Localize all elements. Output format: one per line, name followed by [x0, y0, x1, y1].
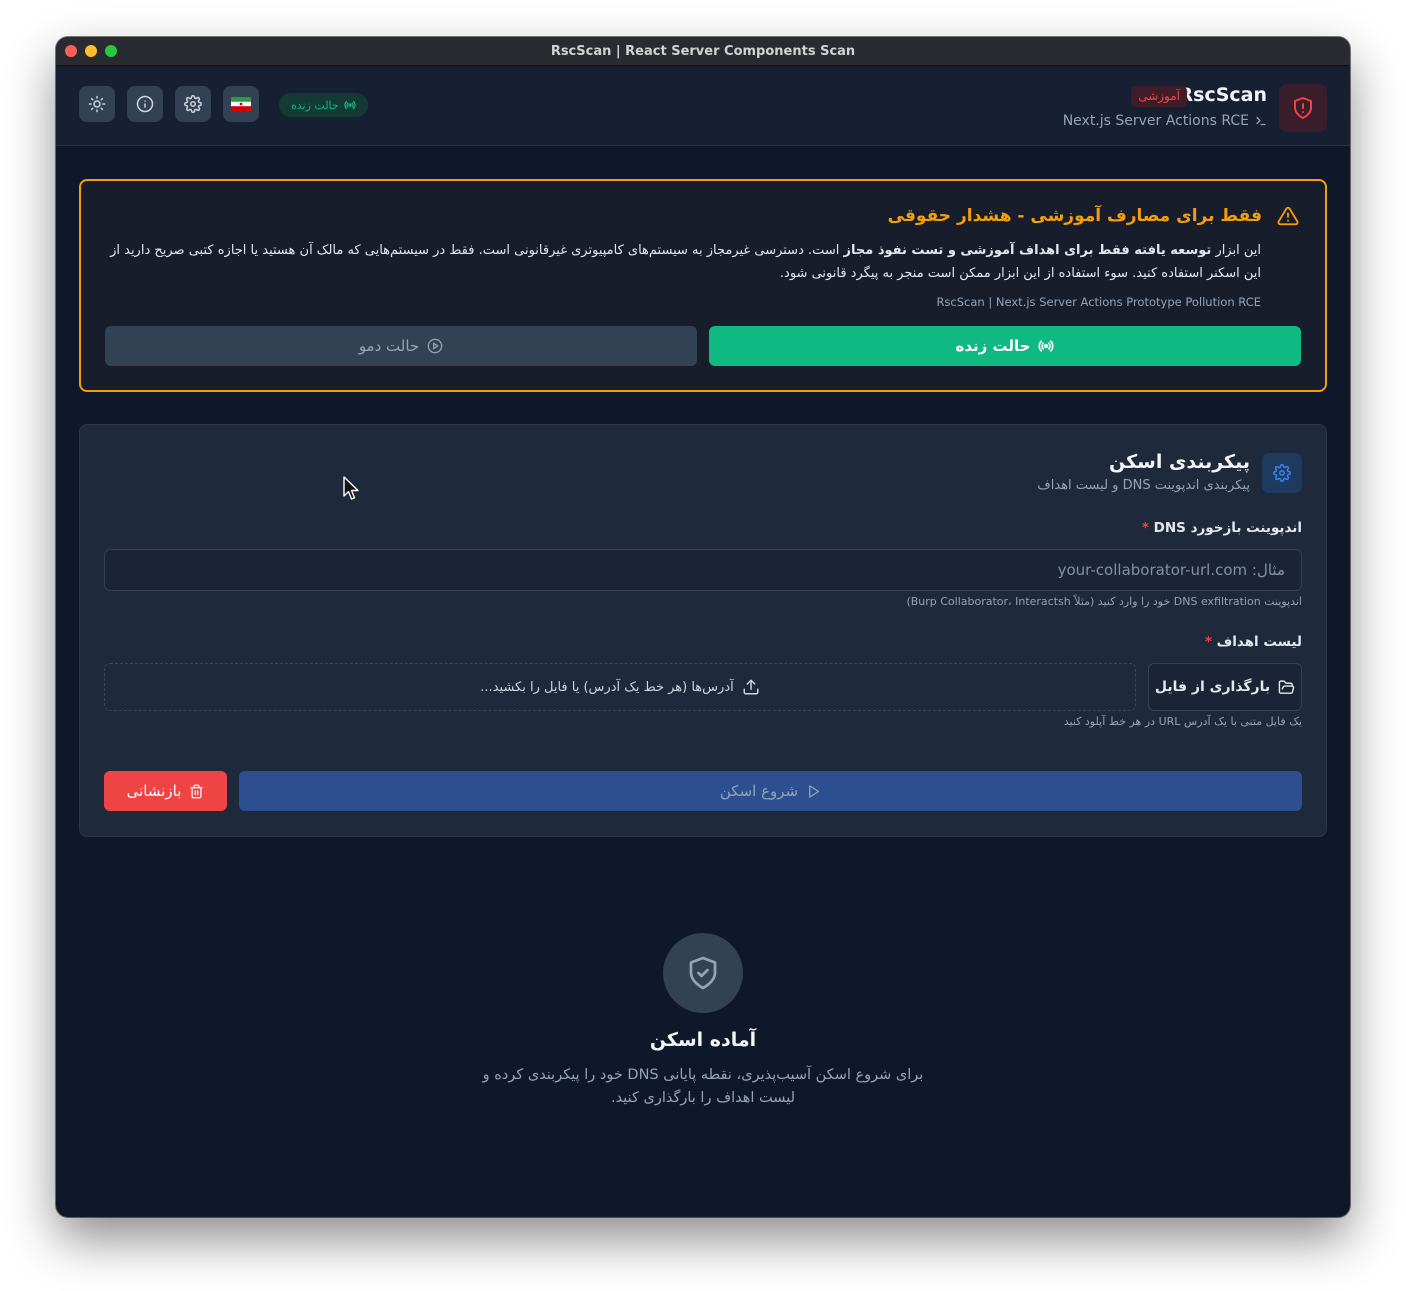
settings-button[interactable] — [175, 86, 211, 122]
warning-title: فقط برای مصارف آموزشی - هشدار حقوقی — [887, 206, 1262, 226]
zoom-window-button[interactable] — [105, 45, 117, 57]
ready-icon-circle — [663, 933, 743, 1013]
dns-label-text: اندپوینت بازخورد DNS — [1153, 520, 1302, 536]
dropzone-text: آدرس‌ها (هر خط یک آدرس) یا فایل را بکشید… — [480, 679, 734, 695]
window-controls — [65, 45, 117, 57]
broadcast-icon — [344, 100, 356, 110]
warning-text: این ابزار توسعه یافته فقط برای اهداف آمو… — [109, 239, 1261, 285]
ready-title: آماده اسکن — [649, 1029, 757, 1051]
trash-icon — [190, 784, 204, 798]
upload-file-button[interactable]: بارگذاری از فایل — [1148, 663, 1302, 711]
app-window: RscScan | React Server Components Scan ح… — [56, 37, 1350, 1217]
config-subtitle: پیکربندی اندپوینت DNS و لیست اهداف — [1037, 478, 1250, 493]
shield-alert-icon — [1294, 97, 1312, 119]
config-title: پیکربندی اسکن — [1109, 451, 1250, 473]
reset-button[interactable]: بازنشانی — [104, 771, 227, 811]
window-title: RscScan | React Server Components Scan — [550, 43, 856, 59]
sun-icon — [88, 95, 106, 113]
dns-hint: اندپوینت DNS exfiltration خود را وارد کن… — [906, 595, 1302, 608]
start-scan-label: شروع اسکن — [719, 782, 799, 800]
theme-toggle-button[interactable] — [79, 86, 115, 122]
folder-open-icon — [1278, 679, 1295, 694]
warning-footer: RscScan | Next.js Server Actions Prototy… — [936, 295, 1261, 309]
ready-text: برای شروع اسکن آسیب‌پذیری، نقطه پایانی D… — [482, 1067, 924, 1106]
title-bar: RscScan | React Server Components Scan — [56, 37, 1350, 66]
warning-text-bold: توسعه یافته فقط برای اهداف آموزشی و تست … — [843, 243, 1212, 258]
targets-dropzone[interactable]: آدرس‌ها (هر خط یک آدرس) یا فایل را بکشید… — [104, 663, 1136, 711]
minimize-window-button[interactable] — [85, 45, 97, 57]
close-window-button[interactable] — [65, 45, 77, 57]
legal-warning-card: فقط برای مصارف آموزشی - هشدار حقوقی این … — [79, 179, 1327, 392]
shield-check-icon — [689, 956, 717, 990]
gear-icon — [184, 95, 202, 113]
info-button[interactable] — [127, 86, 163, 122]
reset-label: بازنشانی — [126, 782, 182, 800]
required-mark: * — [1204, 634, 1212, 650]
demo-mode-button-label: حالت دمو — [358, 337, 420, 355]
language-button[interactable] — [223, 86, 259, 122]
warning-text-pre: این ابزار — [1211, 243, 1261, 258]
live-mode-badge: حالت زنده — [279, 93, 368, 117]
dns-label: اندپوینت بازخورد DNS * — [1142, 520, 1302, 536]
demo-mode-button[interactable]: حالت دمو — [105, 326, 697, 366]
app-header: حالت زنده RscScan آموزشی Next.js Server … — [56, 66, 1350, 146]
brand-name: RscScan — [1178, 84, 1268, 106]
brand-logo — [1279, 84, 1327, 132]
educational-badge: آموزشی — [1131, 86, 1187, 107]
targets-hint: یک فایل متنی با یک آدرس URL در هر خط آپل… — [1063, 715, 1302, 728]
brand-subtitle: Next.js Server Actions RCE — [1063, 113, 1267, 129]
dns-endpoint-input[interactable] — [104, 549, 1302, 591]
config-icon-box — [1262, 453, 1302, 493]
targets-label-text: لیست اهداف — [1216, 634, 1302, 650]
iran-flag-icon — [231, 97, 251, 111]
required-mark: * — [1141, 520, 1149, 536]
start-scan-button[interactable]: شروع اسکن — [239, 771, 1302, 811]
broadcast-icon — [1039, 340, 1054, 352]
live-mode-label: حالت زنده — [291, 98, 339, 112]
mouse-cursor-icon — [343, 476, 359, 500]
gear-icon — [1273, 464, 1291, 482]
live-mode-button-label: حالت زنده — [955, 337, 1031, 355]
upload-file-label: بارگذاری از فایل — [1154, 679, 1271, 695]
scan-config-card: پیکربندی اسکن پیکربندی اندپوینت DNS و لی… — [79, 424, 1327, 837]
targets-label: لیست اهداف * — [1205, 634, 1302, 650]
terminal-icon — [1256, 116, 1266, 126]
info-icon — [136, 95, 154, 113]
upload-icon — [743, 679, 759, 695]
live-mode-button[interactable]: حالت زنده — [709, 326, 1301, 366]
brand-subtitle-text: Next.js Server Actions RCE — [1062, 113, 1249, 129]
warning-icon — [1277, 206, 1299, 226]
play-circle-icon — [427, 338, 443, 354]
play-icon — [809, 784, 820, 798]
